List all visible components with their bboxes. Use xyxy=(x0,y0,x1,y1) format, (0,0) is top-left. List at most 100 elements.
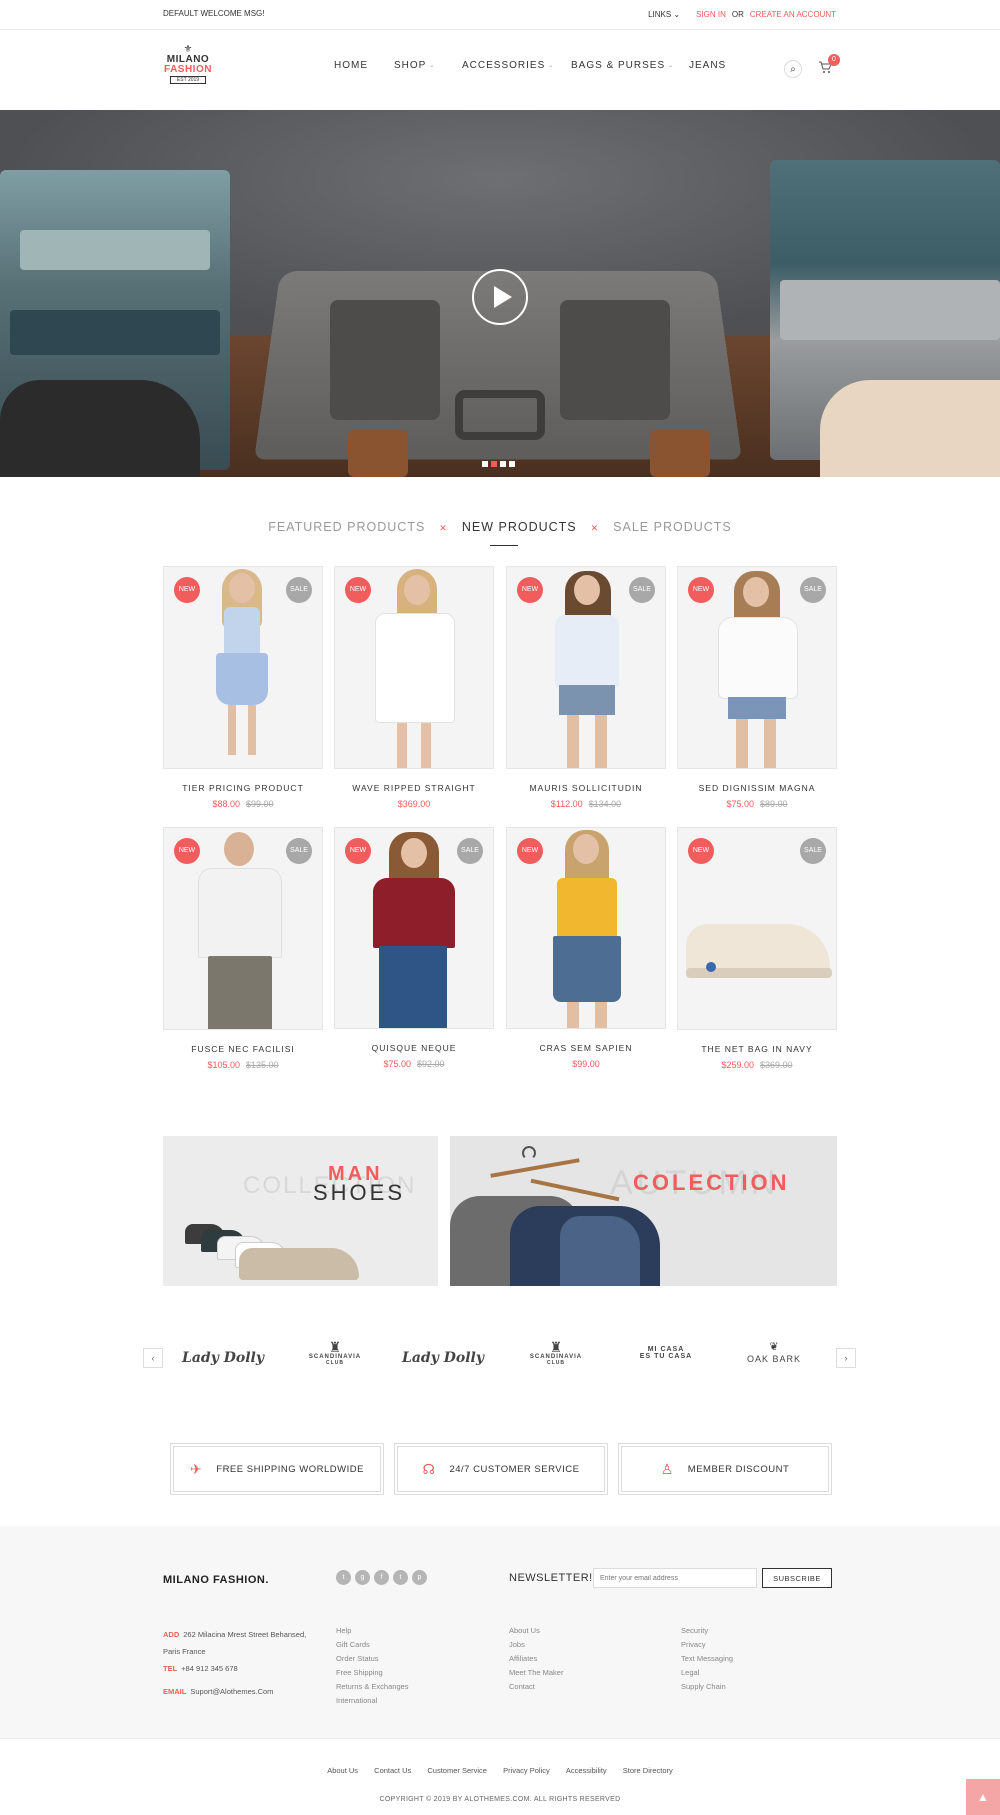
feature-strip: ✈ FREE SHIPPING WORLDWIDE ☊ 24/7 CUSTOME… xyxy=(0,1443,1000,1495)
product-image[interactable]: NEW SALE xyxy=(677,566,837,769)
footer-link[interactable]: Security xyxy=(681,1624,733,1638)
brand-logo[interactable]: MI CASA ES TU CASA xyxy=(621,1340,711,1360)
figure-head xyxy=(743,577,769,607)
brand-logo[interactable]: ♜ SCANDINAVIA CLUB xyxy=(511,1340,601,1366)
bottom-link[interactable]: Accessibility xyxy=(566,1766,607,1775)
links-dropdown[interactable]: LINKS ⌄ xyxy=(648,10,680,19)
nav-jeans[interactable]: JEANS xyxy=(689,60,726,71)
back-to-top-button[interactable]: ▲ xyxy=(966,1779,1000,1815)
footer-link[interactable]: Jobs xyxy=(509,1638,563,1652)
slider-dot-3[interactable] xyxy=(500,461,506,467)
product-card[interactable]: NEW SALE MAURIS SOLLICITUDIN $112.00 $134… xyxy=(506,566,666,809)
facebook-icon[interactable]: f xyxy=(374,1570,389,1585)
product-image[interactable]: NEW xyxy=(506,827,666,1029)
nav-home[interactable]: HOME xyxy=(334,60,368,71)
bottom-link[interactable]: Customer Service xyxy=(427,1766,487,1775)
email-value[interactable]: Suport@Alothemes.Com xyxy=(190,1687,273,1696)
pinterest-icon[interactable]: p xyxy=(412,1570,427,1585)
brand-logo[interactable]: ♜ SCANDINAVIA CLUB xyxy=(290,1340,380,1366)
product-name[interactable]: FUSCE NEC FACILISI xyxy=(163,1044,323,1054)
product-name[interactable]: SED DIGNISSIM MAGNA xyxy=(677,783,837,793)
bottom-link[interactable]: Privacy Policy xyxy=(503,1766,550,1775)
brand-name: Lady Dolly xyxy=(182,1350,264,1366)
brand-logo[interactable]: ❦ OAK BARK xyxy=(729,1340,819,1364)
product-card[interactable]: NEW WAVE RIPPED STRAIGHT $369.00 xyxy=(334,566,494,809)
product-image[interactable]: NEW SALE xyxy=(506,566,666,769)
footer-link[interactable]: Gift Cards xyxy=(336,1638,409,1652)
banner-man-shoes[interactable]: COLLECTION MAN SHOES xyxy=(163,1136,438,1286)
footer-link[interactable]: Privacy xyxy=(681,1638,733,1652)
product-name[interactable]: QUISQUE NEQUE xyxy=(334,1043,494,1053)
nav-shop[interactable]: SHOP ⌄ xyxy=(394,60,435,71)
product-name[interactable]: THE NET BAG IN NAVY xyxy=(677,1044,837,1054)
footer-link[interactable]: Meet The Maker xyxy=(509,1666,563,1680)
google-plus-icon[interactable]: g xyxy=(355,1570,370,1585)
product-card[interactable]: NEW SALE SED DIGNISSIM MAGNA $75.00 $89.0… xyxy=(677,566,837,809)
twitter-icon[interactable]: t xyxy=(336,1570,351,1585)
product-image[interactable]: NEW SALE xyxy=(163,566,323,769)
figure-head xyxy=(224,832,254,866)
product-card[interactable]: NEW SALE FUSCE NEC FACILISI $105.00 $135.… xyxy=(163,827,323,1070)
product-card[interactable]: NEW CRAS SEM SAPIEN $99.00 xyxy=(506,827,666,1069)
tab-new-products[interactable]: NEW PRODUCTS xyxy=(462,520,577,534)
product-prices: $75.00 $89.00 xyxy=(677,799,837,809)
create-account-link[interactable]: CREATE AN ACCOUNT xyxy=(750,10,836,19)
product-card[interactable]: NEW SALE QUISQUE NEQUE $75.00 $92.00 xyxy=(334,827,494,1069)
product-name[interactable]: CRAS SEM SAPIEN xyxy=(506,1043,666,1053)
footer-link[interactable]: Order Status xyxy=(336,1652,409,1666)
product-image[interactable]: NEW SALE xyxy=(677,827,837,1030)
tab-sale-products[interactable]: SALE PRODUCTS xyxy=(613,520,732,534)
product-image[interactable]: NEW SALE xyxy=(334,827,494,1029)
nav-bags[interactable]: BAGS & PURSES ⌄ xyxy=(571,60,674,71)
brand-logo[interactable]: Lady Dolly xyxy=(398,1340,488,1366)
product-card[interactable]: NEW SALE THE NET BAG IN NAVY $259.00 $369… xyxy=(677,827,837,1070)
footer-link[interactable]: Free Shipping xyxy=(336,1666,409,1680)
slider-dots xyxy=(482,461,515,467)
footer-link[interactable]: Text Messaging xyxy=(681,1652,733,1666)
footer-links-col3: Security Privacy Text Messaging Legal Su… xyxy=(681,1624,733,1694)
product-image[interactable]: NEW SALE xyxy=(163,827,323,1030)
address-line1: 262 Milacina Mrest Street Behansed, xyxy=(183,1630,307,1639)
hero-banner[interactable] xyxy=(0,110,1000,477)
product-name[interactable]: WAVE RIPPED STRAIGHT xyxy=(334,783,494,793)
footer-link[interactable]: Legal xyxy=(681,1666,733,1680)
figure-shorts xyxy=(559,685,615,715)
newsletter-email-input[interactable] xyxy=(593,1568,757,1588)
tumblr-icon[interactable]: t xyxy=(393,1570,408,1585)
sign-in-link[interactable]: SIGN IN xyxy=(696,10,726,19)
search-button[interactable]: ⌕ xyxy=(784,60,802,78)
product-price: $75.00 xyxy=(383,1059,411,1069)
bottom-link[interactable]: About Us xyxy=(327,1766,358,1775)
chevron-right-icon: › xyxy=(844,1353,848,1363)
nav-accessories[interactable]: ACCESSORIES ⌄ xyxy=(462,60,554,71)
slider-dot-4[interactable] xyxy=(509,461,515,467)
footer-link[interactable]: Returns & Exchanges xyxy=(336,1680,409,1694)
subscribe-button[interactable]: SUBSCRIBE xyxy=(762,1568,832,1588)
footer-link[interactable]: Contact xyxy=(509,1680,563,1694)
product-card[interactable]: NEW SALE TIER PRICING PRODUCT $88.00 $99.… xyxy=(163,566,323,809)
play-video-button[interactable] xyxy=(472,269,528,325)
product-image[interactable]: NEW xyxy=(334,566,494,769)
bottom-link[interactable]: Contact Us xyxy=(374,1766,411,1775)
product-old-price: $92.00 xyxy=(417,1059,445,1069)
footer-link[interactable]: Affiliates xyxy=(509,1652,563,1666)
tab-featured-products[interactable]: FEATURED PRODUCTS xyxy=(268,520,425,534)
product-tabs: FEATURED PRODUCTS ✕ NEW PRODUCTS ✕ SALE PROD… xyxy=(0,520,1000,540)
banner-autumn-collection[interactable]: AUTUMN COLECTION xyxy=(450,1136,837,1286)
product-prices: $99.00 xyxy=(506,1059,666,1069)
bottom-link[interactable]: Store Directory xyxy=(623,1766,673,1775)
brand-logo[interactable]: Lady Dolly xyxy=(178,1340,268,1366)
footer-link[interactable]: Help xyxy=(336,1624,409,1638)
welcome-message: DEFAULT WELCOME MSG! xyxy=(163,9,265,18)
product-name[interactable]: TIER PRICING PRODUCT xyxy=(163,783,323,793)
product-prices: $88.00 $99.00 xyxy=(163,799,323,809)
contact-info: ADD 262 Milacina Mrest Street Behansed, P… xyxy=(163,1626,306,1700)
footer-link[interactable]: Supply Chain xyxy=(681,1680,733,1694)
footer-link[interactable]: About Us xyxy=(509,1624,563,1638)
brand-next-button[interactable]: › xyxy=(836,1348,856,1368)
product-name[interactable]: MAURIS SOLLICITUDIN xyxy=(506,783,666,793)
footer-link[interactable]: International xyxy=(336,1694,409,1708)
brand-prev-button[interactable]: ‹ xyxy=(143,1348,163,1368)
slider-dot-2[interactable] xyxy=(491,461,497,467)
slider-dot-1[interactable] xyxy=(482,461,488,467)
